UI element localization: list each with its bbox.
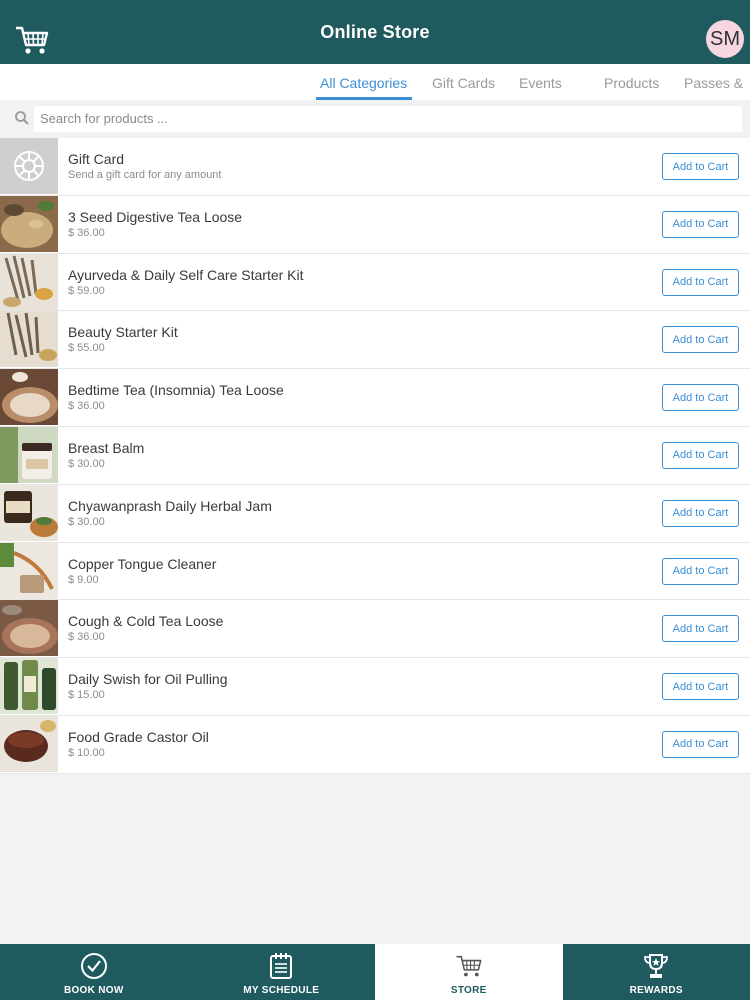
add-to-cart-button[interactable]: Add to Cart (662, 730, 739, 758)
product-price: $ 9.00 (68, 573, 99, 586)
cart-icon (455, 952, 483, 980)
product-thumbnail (0, 715, 58, 772)
search-icon (14, 110, 30, 126)
add-to-cart-button[interactable]: Add to Cart (662, 557, 739, 585)
list-item: Chyawanprash Daily Herbal Jam $ 30.00 Ad… (0, 484, 750, 543)
search-bar (0, 100, 750, 136)
product-description: Send a gift card for any amount (68, 169, 222, 181)
list-item: Beauty Starter Kit $ 55.00 Add to Cart (0, 311, 750, 370)
product-price: $ 36.00 (68, 631, 105, 644)
cart-icon[interactable] (14, 24, 50, 56)
product-thumbnail (0, 542, 58, 599)
nav-my-schedule[interactable]: MY SCHEDULE (188, 944, 376, 1000)
add-to-cart-button[interactable]: Add to Cart (662, 441, 739, 469)
product-thumbnail (0, 195, 58, 252)
product-name: 3 Seed Digestive Tea Loose (68, 208, 243, 225)
trophy-icon (642, 952, 670, 980)
product-thumbnail (0, 658, 58, 715)
tab-products[interactable]: Products (604, 75, 659, 91)
list-item: 3 Seed Digestive Tea Loose $ 36.00 Add t… (0, 195, 750, 254)
nav-rewards[interactable]: REWARDS (563, 944, 750, 1000)
product-name: Daily Swish for Oil Pulling (68, 671, 228, 688)
list-item: Cough & Cold Tea Loose $ 36.00 Add to Ca… (0, 600, 750, 659)
product-price: $ 36.00 (68, 400, 105, 413)
product-price: $ 55.00 (68, 342, 105, 355)
tab-passes[interactable]: Passes & (684, 75, 743, 91)
tab-gift-cards[interactable]: Gift Cards (432, 75, 495, 91)
product-name: Cough & Cold Tea Loose (68, 613, 224, 630)
nav-label: MY SCHEDULE (243, 985, 320, 996)
list-item: Copper Tongue Cleaner $ 9.00 Add to Cart (0, 542, 750, 601)
product-thumbnail (0, 426, 58, 483)
product-price: $ 30.00 (68, 515, 105, 528)
add-to-cart-button[interactable]: Add to Cart (662, 268, 739, 296)
nav-label: BOOK NOW (63, 985, 124, 996)
product-thumbnail (0, 484, 58, 541)
add-to-cart-button[interactable]: Add to Cart (662, 615, 739, 643)
list-item: Bedtime Tea (Insomnia) Tea Loose $ 36.00… (0, 369, 750, 427)
add-to-cart-button[interactable]: Add to Cart (662, 153, 739, 180)
nav-book-now[interactable]: BOOK NOW (0, 944, 188, 1000)
check-circle-icon (80, 952, 108, 980)
gift-card-thumbnail (0, 138, 58, 194)
category-tabs: All Categories Gift Cards Events Product… (0, 64, 750, 100)
add-to-cart-button[interactable]: Add to Cart (662, 499, 739, 527)
product-name: Beauty Starter Kit (68, 324, 178, 341)
app-header: Online Store SM (0, 0, 750, 64)
product-price: $ 30.00 (68, 457, 105, 470)
product-name: Food Grade Castor Oil (68, 728, 209, 745)
product-thumbnail (0, 253, 58, 310)
list-item: Breast Balm $ 30.00 Add to Cart (0, 426, 750, 485)
product-name: Bedtime Tea (Insomnia) Tea Loose (68, 382, 284, 399)
product-price: $ 36.00 (68, 226, 105, 239)
product-name: Chyawanprash Daily Herbal Jam (68, 497, 272, 514)
nav-label: REWARDS (629, 985, 683, 996)
product-list: Gift Card Send a gift card for any amoun… (0, 138, 750, 774)
product-thumbnail (0, 369, 58, 426)
list-item: Gift Card Send a gift card for any amoun… (0, 138, 750, 196)
product-price: $ 10.00 (68, 746, 105, 759)
add-to-cart-button[interactable]: Add to Cart (662, 210, 739, 238)
tab-events[interactable]: Events (519, 75, 562, 91)
list-item: Food Grade Castor Oil $ 10.00 Add to Car… (0, 715, 750, 774)
bottom-nav: BOOK NOW MY SCHEDULE STORE REWARDS (0, 944, 750, 1000)
avatar[interactable]: SM (706, 20, 744, 58)
calendar-icon (267, 952, 295, 980)
add-to-cart-button[interactable]: Add to Cart (662, 384, 739, 412)
product-price: $ 15.00 (68, 689, 105, 702)
nav-store[interactable]: STORE (375, 944, 563, 1000)
product-thumbnail (0, 600, 58, 657)
add-to-cart-button[interactable]: Add to Cart (662, 673, 739, 701)
list-item: Daily Swish for Oil Pulling $ 15.00 Add … (0, 658, 750, 716)
page-title: Online Store (320, 21, 430, 42)
list-item: Ayurveda & Daily Self Care Starter Kit $… (0, 253, 750, 312)
product-name: Ayurveda & Daily Self Care Starter Kit (68, 266, 304, 283)
search-input[interactable] (40, 108, 730, 128)
product-name: Breast Balm (68, 439, 145, 456)
nav-label: STORE (450, 985, 487, 996)
product-name: Copper Tongue Cleaner (68, 555, 217, 572)
tab-all-categories[interactable]: All Categories (320, 75, 407, 91)
add-to-cart-button[interactable]: Add to Cart (662, 326, 739, 354)
product-price: $ 59.00 (68, 284, 105, 297)
product-name: Gift Card (68, 151, 125, 167)
product-thumbnail (0, 311, 58, 368)
